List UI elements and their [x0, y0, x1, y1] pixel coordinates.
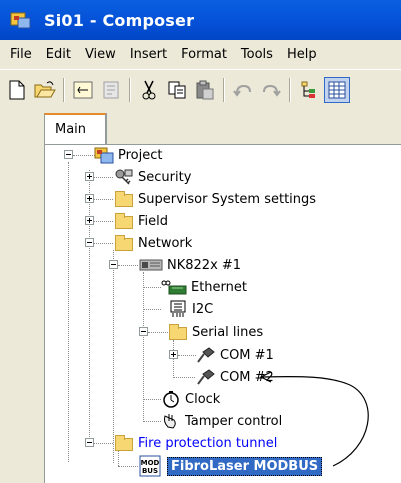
link-arrow: [259, 371, 369, 467]
